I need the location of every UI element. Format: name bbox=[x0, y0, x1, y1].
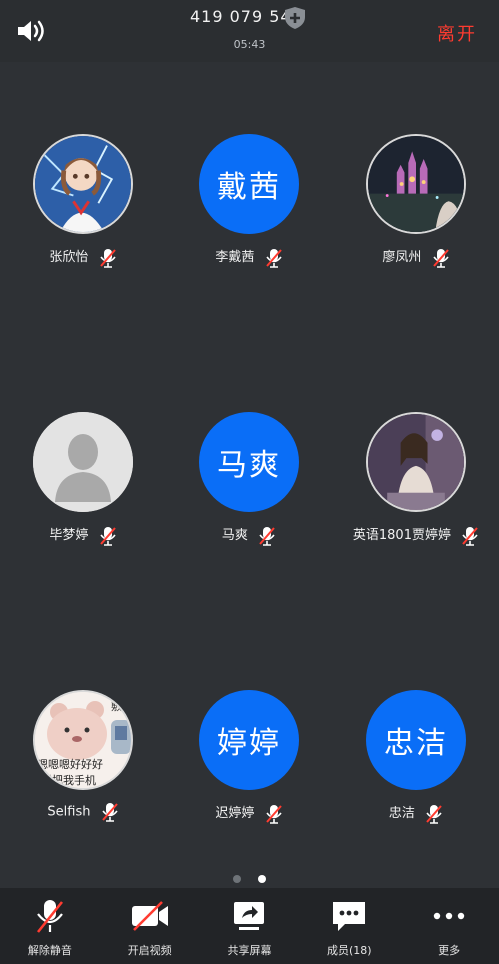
start-video-label: 开启视频 bbox=[127, 944, 172, 957]
participant-name-row: 张欣怡 bbox=[0, 246, 166, 268]
participant-tile[interactable]: 忠洁 忠洁 bbox=[333, 690, 499, 850]
avatar: 忠洁 bbox=[366, 690, 466, 790]
video-off-icon bbox=[131, 901, 168, 931]
participant-name: 忠洁 bbox=[388, 806, 415, 821]
participant-name-row: 李戴茜 bbox=[166, 246, 332, 268]
share-screen-button[interactable]: 共享屏幕 bbox=[200, 888, 300, 964]
avatar bbox=[366, 412, 466, 512]
participant-name-row: 英语1801贾婷婷 bbox=[333, 524, 499, 546]
members-button[interactable]: 成员(18) bbox=[299, 888, 399, 964]
participant-name-row: 马爽 bbox=[166, 524, 332, 546]
girl-photo-icon bbox=[368, 414, 464, 510]
participant-tile[interactable]: 英语1801贾婷婷 bbox=[333, 412, 499, 572]
participant-name: Selfish bbox=[47, 804, 91, 820]
page-dot[interactable] bbox=[232, 875, 241, 883]
avatar bbox=[33, 134, 133, 234]
mic-muted-icon bbox=[265, 804, 282, 824]
mic-muted-icon bbox=[265, 248, 282, 268]
avatar: 戴茜 bbox=[199, 134, 299, 234]
default-user-icon bbox=[33, 412, 133, 512]
members-label: 成员(18) bbox=[326, 944, 372, 957]
participant-tile[interactable]: 戴茜 李戴茜 bbox=[166, 134, 332, 294]
page-indicator bbox=[0, 868, 499, 887]
avatar bbox=[33, 412, 133, 512]
participant-tile[interactable]: 廖凤州 bbox=[333, 134, 499, 294]
bottom-toolbar: 解除静音 开启视频 共享屏幕 成员(18) 更多 bbox=[0, 888, 499, 964]
top-bar: 419 079 544 05:43 离开 bbox=[0, 0, 499, 62]
avatar-caption: 嗯嗯嗯好好好 bbox=[37, 758, 103, 771]
avatar: 婷婷 bbox=[199, 690, 299, 790]
unmute-button[interactable]: 解除静音 bbox=[0, 888, 100, 964]
start-video-button[interactable]: 开启视频 bbox=[100, 888, 200, 964]
mic-muted-icon bbox=[99, 248, 116, 268]
video-grid: 张欣怡 戴茜 李戴茜 廖凤州 毕梦婷 马爽 马爽 英语1801贾婷婷 敷 嗯嗯嗯… bbox=[0, 62, 499, 888]
participant-name-row: 忠洁 bbox=[333, 802, 499, 824]
participant-name: 张欣怡 bbox=[49, 250, 89, 265]
participant-tile[interactable]: 张欣怡 bbox=[0, 134, 166, 294]
leave-button[interactable]: 离开 bbox=[437, 20, 477, 46]
participant-name: 迟婷婷 bbox=[215, 806, 255, 821]
mic-muted-icon bbox=[462, 526, 478, 546]
mic-muted-icon bbox=[99, 526, 116, 546]
unmute-label: 解除静音 bbox=[27, 944, 72, 957]
castle-night-icon bbox=[368, 136, 464, 232]
meeting-timer: 05:43 bbox=[233, 38, 266, 51]
chat-bubble-icon bbox=[333, 902, 366, 931]
participant-name: 李戴茜 bbox=[215, 250, 255, 265]
page-dot-active[interactable] bbox=[258, 875, 267, 883]
participant-name: 英语1801贾婷婷 bbox=[352, 528, 451, 543]
participant-name: 毕梦婷 bbox=[49, 528, 89, 543]
mic-muted-icon bbox=[101, 803, 118, 822]
participant-name-row: Selfish bbox=[0, 802, 166, 822]
avatar-caption: 样把我手机 bbox=[41, 774, 96, 787]
participant-name: 马爽 bbox=[221, 528, 248, 543]
participant-tile[interactable]: 敷 嗯嗯嗯好好好 样把我手机 Selfish bbox=[0, 690, 166, 850]
anime-girl-icon bbox=[35, 136, 131, 232]
more-label: 更多 bbox=[438, 944, 461, 957]
share-screen-label: 共享屏幕 bbox=[227, 944, 272, 957]
mic-muted-icon bbox=[36, 900, 63, 933]
participant-name-row: 廖凤州 bbox=[333, 246, 499, 268]
more-dots-icon bbox=[433, 912, 465, 920]
participant-name-row: 迟婷婷 bbox=[166, 802, 332, 824]
participant-tile[interactable]: 毕梦婷 bbox=[0, 412, 166, 572]
shield-icon[interactable] bbox=[284, 6, 306, 30]
avatar: 敷 嗯嗯嗯好好好 样把我手机 bbox=[33, 690, 133, 790]
participant-name: 廖凤州 bbox=[382, 250, 422, 265]
mic-muted-icon bbox=[426, 804, 442, 824]
avatar bbox=[366, 134, 466, 234]
mic-muted-icon bbox=[259, 526, 275, 546]
share-screen-icon bbox=[234, 902, 265, 930]
more-button[interactable]: 更多 bbox=[399, 888, 499, 964]
avatar-caption: 敷 bbox=[111, 700, 122, 713]
participant-name-row: 毕梦婷 bbox=[0, 524, 166, 546]
avatar: 马爽 bbox=[199, 412, 299, 512]
mic-muted-icon bbox=[432, 248, 449, 268]
participant-tile[interactable]: 婷婷 迟婷婷 bbox=[166, 690, 332, 850]
participant-tile[interactable]: 马爽 马爽 bbox=[166, 412, 332, 572]
